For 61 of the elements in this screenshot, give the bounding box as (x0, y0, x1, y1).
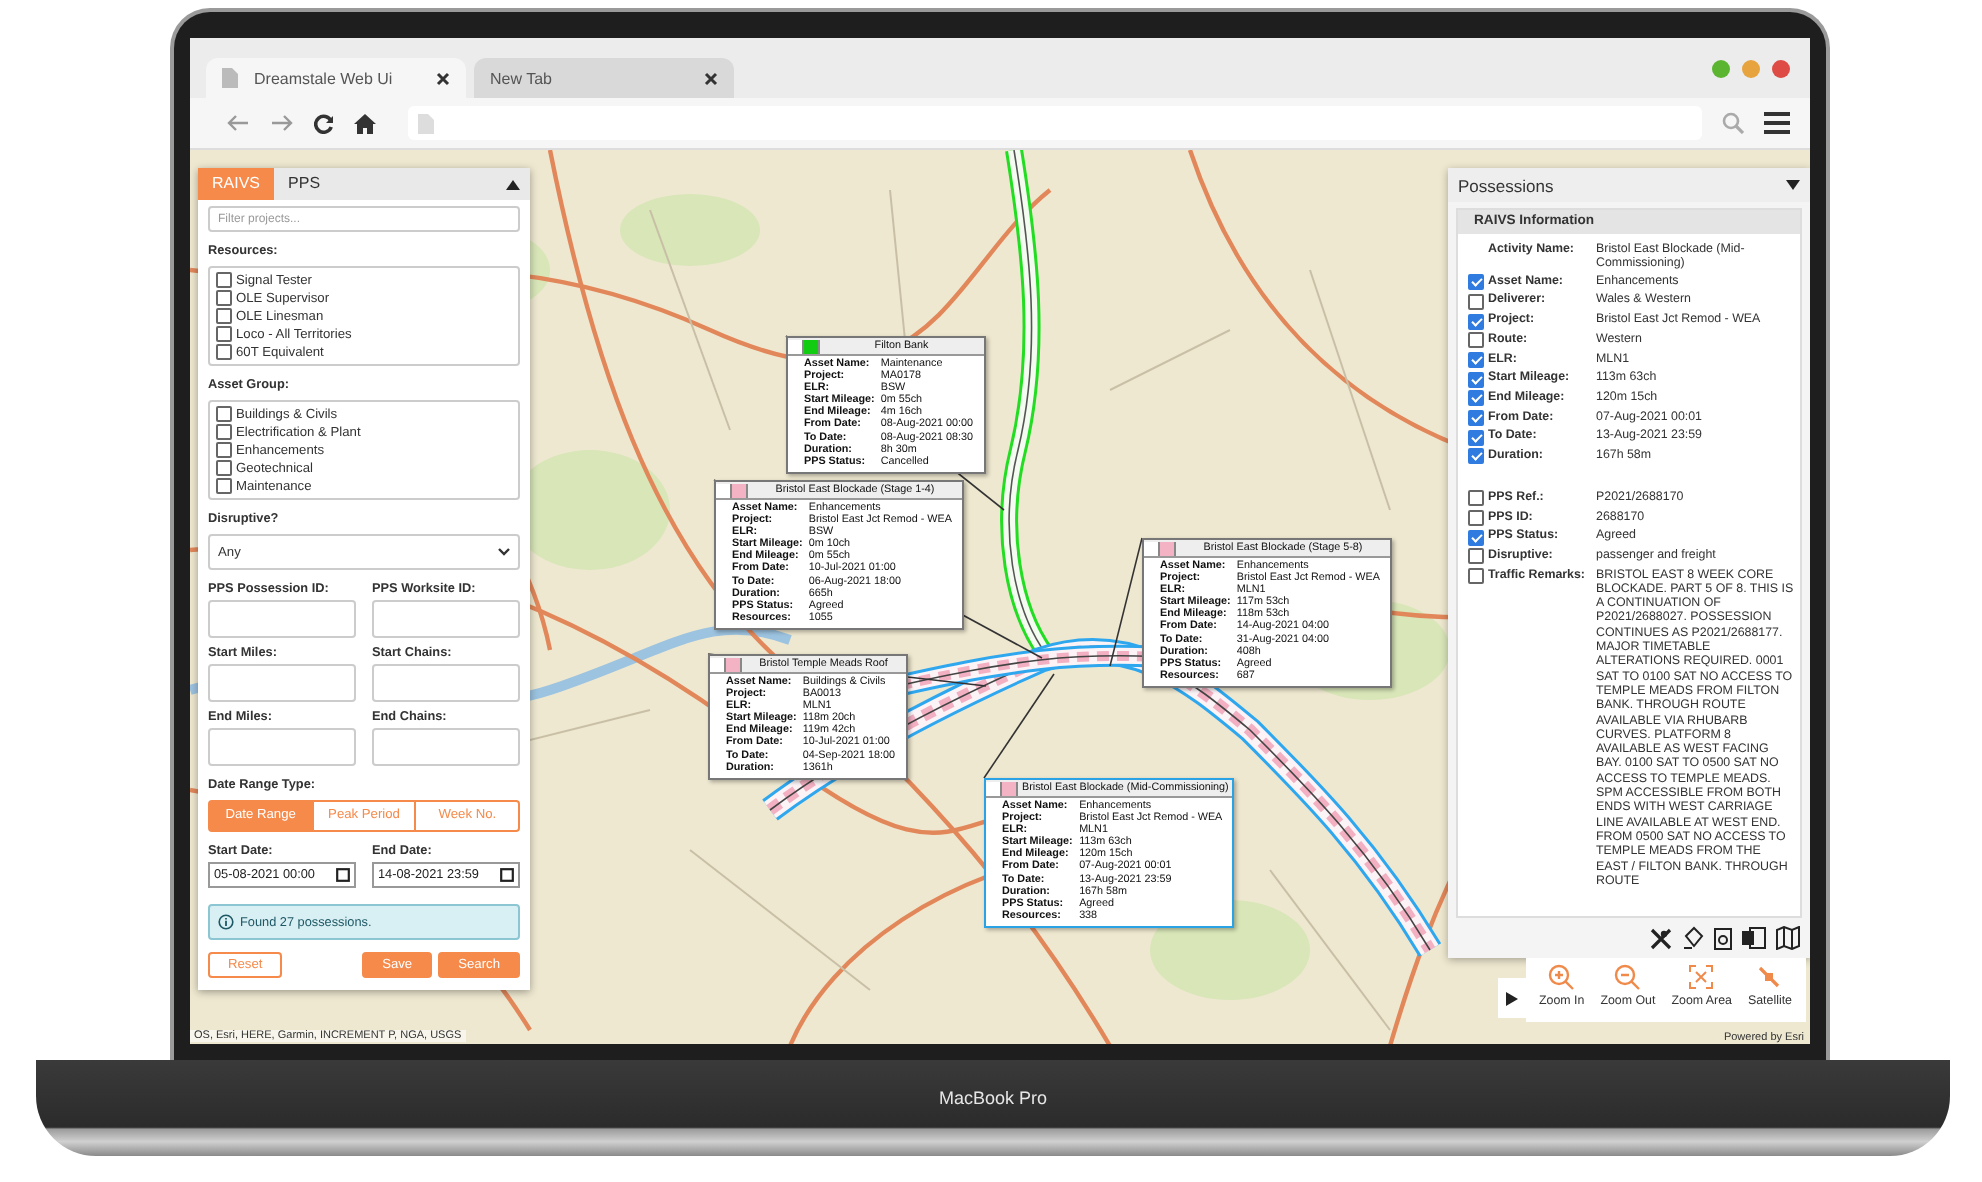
back-icon[interactable] (226, 114, 250, 132)
input-field[interactable] (208, 600, 356, 638)
cross-tool-icon[interactable] (1650, 927, 1672, 949)
checkbox[interactable] (216, 424, 232, 440)
spreadsheet-icon[interactable] (1742, 926, 1766, 950)
info-icon (218, 914, 234, 930)
input-field[interactable] (208, 664, 356, 702)
forward-icon[interactable] (270, 114, 294, 132)
checkbox[interactable] (216, 344, 232, 360)
menu-icon[interactable] (1764, 112, 1790, 134)
page-icon (418, 113, 434, 133)
checkbox[interactable] (1468, 332, 1484, 349)
checkbox[interactable] (216, 406, 232, 422)
checkbox[interactable] (1468, 390, 1484, 407)
zoom-in-icon (1548, 964, 1575, 990)
calendar-icon[interactable] (500, 868, 514, 882)
checkbox[interactable] (216, 272, 232, 288)
input-field[interactable] (208, 728, 356, 766)
browser-tab[interactable]: Dreamstale Web Ui (206, 58, 466, 98)
checkbox[interactable] (216, 478, 232, 494)
checkbox[interactable] (1468, 371, 1484, 388)
leader-line (1109, 537, 1143, 667)
collapse-icon[interactable] (1786, 180, 1800, 190)
checkbox[interactable] (1468, 568, 1484, 585)
input-field[interactable] (372, 728, 520, 766)
reload-icon[interactable] (314, 113, 334, 133)
checkbox[interactable] (216, 460, 232, 476)
close-icon[interactable] (436, 71, 450, 85)
checkbox[interactable] (1468, 352, 1484, 369)
browser-tab[interactable]: New Tab (474, 58, 734, 98)
panel-title: Possessions (1458, 175, 1554, 195)
checkbox[interactable] (1468, 274, 1484, 291)
checkbox[interactable] (216, 308, 232, 324)
checkbox[interactable] (216, 290, 232, 306)
play-icon (1505, 991, 1517, 1005)
checkbox[interactable] (1468, 490, 1484, 507)
chevron-icon (498, 548, 510, 556)
satellite-icon (1756, 964, 1783, 990)
zoom-area-icon (1688, 964, 1715, 990)
checkbox[interactable] (1468, 313, 1484, 330)
panel-tab[interactable]: PPS (274, 168, 335, 200)
checkbox[interactable] (1468, 548, 1484, 565)
checkbox[interactable] (1468, 410, 1484, 427)
close-icon[interactable] (704, 71, 718, 85)
device-label: MacBook Pro (938, 1088, 1048, 1110)
checkbox[interactable] (1468, 510, 1484, 527)
expand-button[interactable] (1497, 978, 1525, 1018)
input-field[interactable] (372, 600, 520, 638)
checkbox[interactable] (1468, 429, 1484, 446)
checkbox[interactable] (1468, 293, 1484, 310)
page-icon (222, 68, 238, 88)
input-field[interactable] (372, 664, 520, 702)
checkbox[interactable] (1468, 448, 1484, 465)
checkbox[interactable] (216, 326, 232, 342)
collapse-icon[interactable] (506, 179, 520, 189)
calendar-icon[interactable] (336, 868, 350, 882)
checkbox[interactable] (216, 442, 232, 458)
map-export-icon[interactable] (1776, 926, 1800, 950)
home-icon[interactable] (354, 113, 376, 133)
checkbox[interactable] (1468, 529, 1484, 546)
zoom-out-icon (1614, 964, 1641, 990)
